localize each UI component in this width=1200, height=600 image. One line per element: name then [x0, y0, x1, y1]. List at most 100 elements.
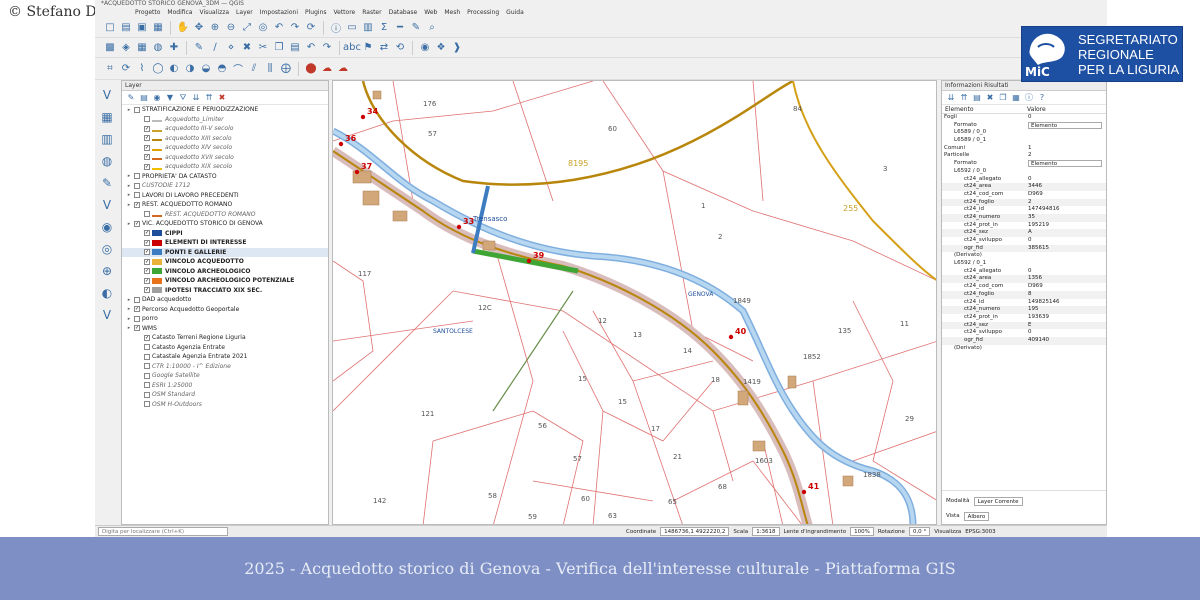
layer-row[interactable]: ✓ acquedotto III-V secolo: [122, 124, 328, 134]
layer-checkbox[interactable]: [134, 296, 140, 303]
layer-row[interactable]: OSM Standard: [122, 390, 328, 400]
undo-icon[interactable]: ↶: [304, 41, 318, 55]
select-icon[interactable]: ▭: [345, 21, 359, 35]
layer-checkbox[interactable]: [134, 106, 140, 113]
annotation-icon[interactable]: ✎: [409, 21, 423, 35]
info-row[interactable]: ct24_foglio 8: [942, 290, 1106, 299]
layer-checkbox[interactable]: ✓: [144, 125, 150, 132]
view-select[interactable]: Albero: [963, 511, 990, 521]
expand-arrow-icon[interactable]: ▸: [126, 183, 132, 189]
info-row[interactable]: (Derivato): [942, 252, 1106, 260]
point-marker[interactable]: [354, 169, 360, 175]
menu-item[interactable]: Vettore: [334, 9, 356, 16]
copy-feature-icon[interactable]: ❐: [998, 93, 1008, 103]
menu-item[interactable]: Plugins: [305, 9, 327, 16]
measure-icon[interactable]: ━: [393, 21, 407, 35]
digitize-icon[interactable]: ∕: [208, 41, 222, 55]
new-layer-icon[interactable]: ✚: [167, 41, 181, 55]
attribute-table-icon[interactable]: ▥: [361, 21, 375, 35]
layer-row[interactable]: ✓ acquedotto XIV secolo: [122, 143, 328, 153]
layer-checkbox[interactable]: ✓: [144, 239, 150, 246]
layer-checkbox[interactable]: ✓: [144, 287, 150, 294]
map-canvas[interactable]: 176 57 60 8195 84 3 255 2 1 117 12C 12 13 14 15 15 17 21 1…: [332, 80, 937, 525]
info-row[interactable]: ct24_allegato 0: [942, 176, 1106, 184]
info-row[interactable]: ct24_sez E: [942, 321, 1106, 330]
georef-icon[interactable]: ◉: [418, 41, 432, 55]
layer-row[interactable]: ✓ ELEMENTI DI INTERESSE: [122, 238, 328, 248]
layer-checkbox[interactable]: [144, 391, 150, 398]
info-row[interactable]: L6592 / 0_1: [942, 260, 1106, 268]
layer-checkbox[interactable]: ✓: [144, 268, 150, 275]
remove-layer-icon[interactable]: ✖: [217, 93, 227, 103]
collapse-all-icon[interactable]: ⇈: [204, 93, 214, 103]
pan-icon[interactable]: ✋: [176, 21, 190, 35]
layer-row[interactable]: ▸ porro: [122, 314, 328, 324]
coordinate-field[interactable]: 1486736,1 4922220,2: [660, 527, 730, 536]
info-row[interactable]: ct24_id 147494816: [942, 206, 1106, 214]
expand-arrow-icon[interactable]: ▸: [126, 316, 132, 322]
menu-item[interactable]: Guida: [506, 9, 524, 16]
clear-results-icon[interactable]: ✖: [985, 93, 995, 103]
add-postgis-icon[interactable]: ◍: [98, 152, 116, 170]
expand-new-icon[interactable]: ▤: [972, 93, 982, 103]
add-spatialite-icon[interactable]: ▥: [98, 130, 116, 148]
filter-icon[interactable]: ▼: [165, 93, 175, 103]
delete-feature-icon[interactable]: ✖: [240, 41, 254, 55]
info-row[interactable]: L6592 / 0_0: [942, 168, 1106, 176]
vertex-tool-icon[interactable]: ⋄: [224, 41, 238, 55]
add-delimited-icon[interactable]: ✎: [98, 174, 116, 192]
merge-icon[interactable]: ⨁: [279, 62, 293, 76]
layer-row[interactable]: ▸ ✓ REST. ACQUEDOTTO ROMANO: [122, 200, 328, 210]
map-svg[interactable]: 176576081958432552111712C121314151517211…: [333, 81, 937, 525]
layer-checkbox[interactable]: [144, 372, 150, 379]
layer-checkbox[interactable]: [144, 211, 150, 218]
info-row[interactable]: (Derivato): [942, 345, 1106, 353]
stop-icon[interactable]: ⬤: [304, 62, 318, 76]
expand-arrow-icon[interactable]: ▸: [126, 107, 132, 113]
format-select[interactable]: Elemento: [1028, 160, 1102, 168]
layer-checkbox[interactable]: ✓: [144, 163, 150, 170]
layer-row[interactable]: ESRI 1:25000: [122, 381, 328, 391]
fill-ring-icon[interactable]: ◑: [183, 62, 197, 76]
info-help-icon[interactable]: ?: [1037, 93, 1047, 103]
info-value-cell[interactable]: Elemento: [1028, 121, 1106, 130]
paste-icon[interactable]: ▤: [288, 41, 302, 55]
data-source-icon[interactable]: ▩: [103, 41, 117, 55]
layer-style-icon[interactable]: ✎: [126, 93, 136, 103]
add-ring-icon[interactable]: ◯: [151, 62, 165, 76]
python-icon[interactable]: ❱: [450, 41, 464, 55]
layer-checkbox[interactable]: [134, 192, 140, 199]
add-part-icon[interactable]: ◐: [167, 62, 181, 76]
expand-arrow-icon[interactable]: ▸: [126, 173, 132, 179]
info-row[interactable]: ct24_cod_com D969: [942, 191, 1106, 199]
expand-arrow-icon[interactable]: ▸: [126, 221, 132, 227]
layer-row[interactable]: OSM H-Outdoors: [122, 400, 328, 410]
menu-item[interactable]: Database: [389, 9, 418, 16]
info-row[interactable]: ct24_id 149825146: [942, 299, 1106, 307]
menu-item[interactable]: Visualizza: [199, 9, 229, 16]
point-marker[interactable]: [360, 114, 366, 120]
layer-checkbox[interactable]: [134, 173, 140, 180]
search-icon[interactable]: ⌕: [425, 21, 439, 35]
menu-item[interactable]: Processing: [467, 9, 499, 16]
info-row[interactable]: Particelle 2: [942, 152, 1106, 160]
format-select[interactable]: Elemento: [1028, 121, 1102, 129]
layer-checkbox[interactable]: [144, 344, 150, 351]
mode-select[interactable]: Layer Corrente: [973, 496, 1023, 506]
rotation-field[interactable]: 0,0 °: [908, 527, 931, 536]
menu-item[interactable]: Impostazioni: [260, 9, 298, 16]
locator-search-input[interactable]: Digita per localizzare (Ctrl+K): [98, 527, 228, 536]
info-row[interactable]: ogr_fid 385615: [942, 244, 1106, 253]
delete-ring-icon[interactable]: ◒: [199, 62, 213, 76]
layer-checkbox[interactable]: ✓: [134, 201, 140, 208]
layer-checkbox[interactable]: ✓: [144, 154, 150, 161]
layer-row[interactable]: ✓ Catasto Terreni Regione Liguria: [122, 333, 328, 343]
scale-field[interactable]: 1:3618: [752, 527, 780, 536]
expand-arrow-icon[interactable]: ▸: [126, 306, 132, 312]
offset-curve-icon[interactable]: ⫽: [247, 62, 261, 76]
layer-row[interactable]: REST. ACQUEDOTTO ROMANO: [122, 210, 328, 220]
layer-checkbox[interactable]: ✓: [144, 144, 150, 151]
delete-part-icon[interactable]: ◓: [215, 62, 229, 76]
rotate-feature-icon[interactable]: ⟳: [119, 62, 133, 76]
crs-button[interactable]: EPSG:3003: [965, 529, 995, 535]
